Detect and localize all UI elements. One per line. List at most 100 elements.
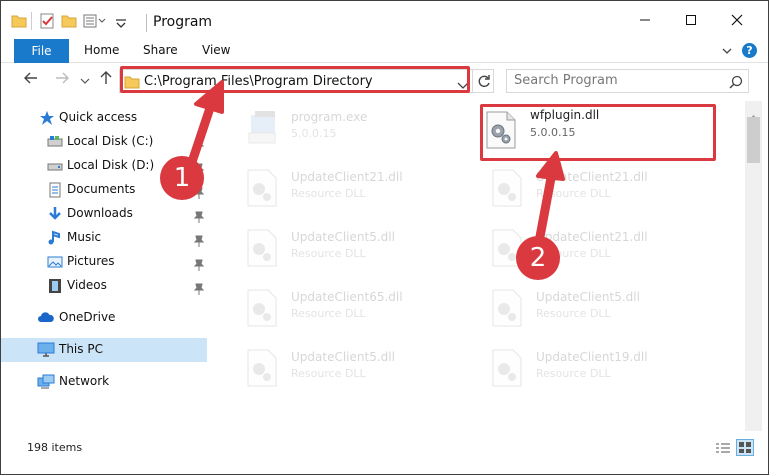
network-icon	[37, 374, 55, 390]
ribbon-tabs: File Home Share View ?	[1, 39, 768, 63]
sidebar-item-label: OneDrive	[59, 310, 116, 324]
search-input[interactable]	[514, 73, 719, 88]
up-icon[interactable]	[98, 70, 114, 90]
maximize-button[interactable]	[668, 1, 714, 39]
file-name: UpdateClient65.dll	[291, 290, 403, 304]
pin-icon	[193, 280, 205, 299]
file-description: Resource DLL	[536, 367, 611, 380]
scrollbar-thumb[interactable]	[747, 117, 760, 163]
drive-icon	[47, 158, 63, 174]
search-icon[interactable]	[729, 74, 743, 93]
sidebar-item-label: Downloads	[67, 206, 133, 220]
sidebar-item-local-disk-c[interactable]: Local Disk (C:)	[1, 131, 207, 153]
downloads-icon	[47, 206, 63, 222]
file-version: 5.0.0.15	[291, 127, 337, 140]
file-item[interactable]: UpdateClient5.dll Resource DLL	[219, 341, 449, 395]
star-icon	[39, 110, 55, 126]
dll-gear-icon	[245, 169, 279, 207]
sidebar-item-quick-access[interactable]: Quick access	[1, 107, 207, 129]
sidebar-item-label: Network	[59, 374, 110, 388]
file-item[interactable]: UpdateClient19.dll Resource DLL	[464, 341, 694, 395]
quick-access-dropdown-icon[interactable]	[115, 15, 127, 34]
drive-icon	[47, 134, 63, 150]
refresh-icon[interactable]	[476, 73, 492, 93]
videos-icon	[47, 278, 63, 294]
title-divider	[146, 14, 147, 32]
sidebar-item-music[interactable]: Music	[1, 227, 207, 249]
sidebar-item-label: Videos	[67, 278, 107, 292]
close-button[interactable]	[714, 1, 760, 39]
status-bar: 198 items	[1, 433, 768, 474]
properties-icon[interactable]	[39, 13, 55, 33]
customize-toolbar-icon[interactable]	[83, 13, 109, 33]
window-title: Program	[153, 14, 213, 30]
pin-icon	[193, 232, 205, 251]
sidebar-item-downloads[interactable]: Downloads	[1, 203, 207, 225]
sidebar-item-label: Music	[67, 230, 102, 244]
dll-gear-icon	[490, 169, 524, 207]
dll-gear-icon	[245, 349, 279, 387]
search-box[interactable]	[506, 69, 749, 93]
file-item[interactable]: UpdateClient5.dll Resource DLL	[464, 281, 694, 335]
forward-icon[interactable]	[54, 70, 70, 90]
pictures-icon	[47, 254, 63, 270]
file-description: Resource DLL	[291, 247, 366, 260]
cloud-icon	[37, 310, 54, 326]
sidebar-item-network[interactable]: Network	[1, 371, 207, 393]
music-icon	[47, 230, 63, 246]
help-icon[interactable]: ?	[742, 43, 757, 58]
dll-gear-icon	[245, 229, 279, 267]
sidebar-item-pictures[interactable]: Pictures	[1, 251, 207, 273]
tab-share[interactable]: Share	[143, 43, 178, 57]
file-item[interactable]: UpdateClient21.dll Resource DLL	[464, 161, 694, 215]
file-item[interactable]: program.exe 5.0.0.15	[219, 101, 449, 155]
file-name: UpdateClient21.dll	[291, 170, 403, 184]
dll-gear-icon	[490, 349, 524, 387]
file-item[interactable]: UpdateClient21.dll Resource DLL	[464, 221, 694, 275]
minimize-button[interactable]	[622, 1, 668, 39]
sidebar-item-onedrive[interactable]: OneDrive	[1, 307, 207, 329]
file-name: UpdateClient5.dll	[291, 230, 395, 244]
pin-icon	[193, 136, 205, 155]
sidebar-item-label: Pictures	[67, 254, 115, 268]
sidebar-item-this-pc[interactable]: This PC	[1, 338, 207, 362]
file-item[interactable]: UpdateClient5.dll Resource DLL	[219, 221, 449, 275]
file-name: UpdateClient5.dll	[291, 350, 395, 364]
file-name: program.exe	[291, 110, 368, 124]
item-count: 198 items	[27, 441, 83, 454]
sidebar-item-label: Quick access	[59, 110, 138, 124]
step-badge-1: 1	[160, 156, 204, 200]
dll-gear-icon	[245, 289, 279, 327]
sidebar-item-label: Documents	[67, 182, 136, 196]
address-bar-highlight	[120, 66, 470, 93]
new-folder-icon[interactable]	[61, 13, 77, 32]
file-item[interactable]: UpdateClient65.dll Resource DLL	[219, 281, 449, 335]
details-view-icon[interactable]	[715, 441, 731, 455]
tab-view[interactable]: View	[202, 43, 230, 57]
tab-file[interactable]: File	[14, 39, 69, 63]
recent-locations-icon[interactable]	[80, 74, 90, 90]
expand-ribbon-icon[interactable]	[721, 43, 733, 62]
sidebar-item-label: Local Disk (D:)	[67, 158, 155, 172]
file-name: UpdateClient5.dll	[536, 290, 640, 304]
vertical-scrollbar[interactable]	[745, 101, 762, 431]
address-divider	[472, 70, 473, 92]
file-description: Resource DLL	[291, 187, 366, 200]
step-badge-2: 2	[516, 236, 560, 280]
tab-home[interactable]: Home	[84, 43, 119, 57]
dll-gear-icon	[490, 289, 524, 327]
sidebar-item-videos[interactable]: Videos	[1, 275, 207, 297]
file-description: Resource DLL	[536, 187, 611, 200]
folder-icon	[11, 13, 27, 32]
file-description: Resource DLL	[536, 307, 611, 320]
pin-icon	[193, 208, 205, 227]
pin-icon	[193, 256, 205, 275]
documents-icon	[47, 182, 63, 198]
back-icon[interactable]	[23, 70, 39, 90]
large-icons-view-icon[interactable]	[736, 439, 754, 456]
sidebar-item-label: Local Disk (C:)	[67, 134, 154, 148]
file-item[interactable]: UpdateClient21.dll Resource DLL	[219, 161, 449, 215]
file-description: Resource DLL	[291, 307, 366, 320]
file-name: UpdateClient19.dll	[536, 350, 648, 364]
target-file-highlight	[480, 104, 716, 161]
